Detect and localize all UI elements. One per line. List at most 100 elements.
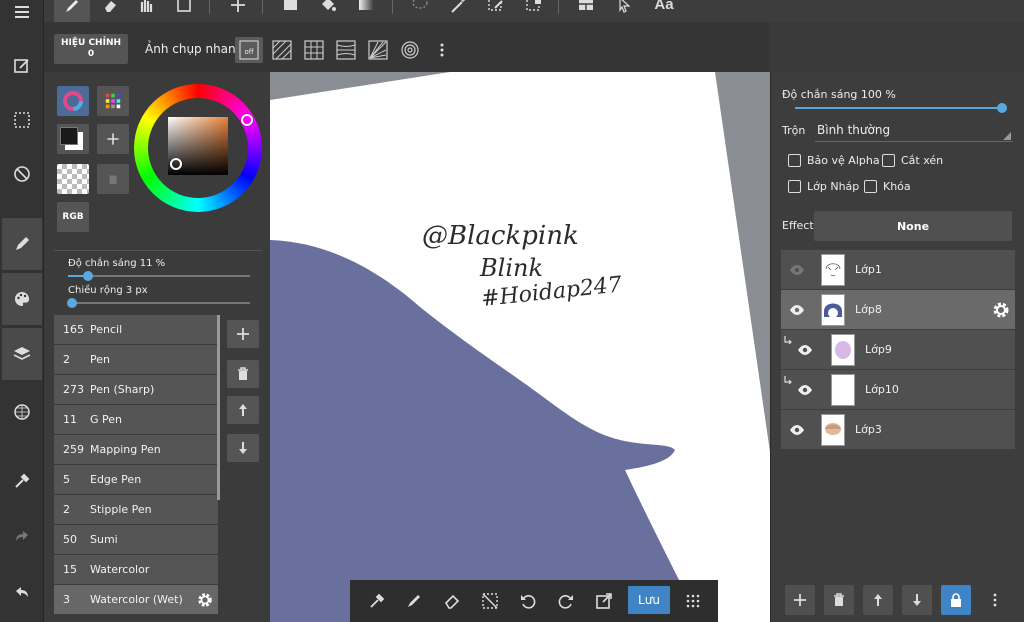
tool-lasso[interactable] xyxy=(402,0,438,22)
selection-button[interactable] xyxy=(2,94,42,146)
tool-text[interactable]: Aa xyxy=(646,0,682,22)
bottom-grid-menu-button[interactable] xyxy=(680,588,706,614)
clipping-checkbox[interactable] xyxy=(882,154,895,167)
move-layer-up-button[interactable] xyxy=(863,585,893,615)
eye-icon[interactable] xyxy=(797,382,813,398)
tool-eraser[interactable] xyxy=(92,0,128,22)
eyedropper-button[interactable] xyxy=(2,455,42,507)
move-brush-up-button[interactable] xyxy=(227,396,259,424)
snap-grid-button[interactable] xyxy=(300,37,328,63)
tool-move[interactable] xyxy=(220,0,256,22)
blend-mode-select[interactable]: Bình thường xyxy=(817,123,890,137)
bottom-pen-button[interactable] xyxy=(401,588,427,614)
tool-fill-rect[interactable] xyxy=(272,0,308,22)
sv-handle[interactable] xyxy=(170,158,182,170)
hue-handle[interactable] xyxy=(241,114,253,126)
tool-divide-frame[interactable] xyxy=(568,0,604,22)
tool-select-pen[interactable] xyxy=(478,0,514,22)
brush-list-scrollbar[interactable] xyxy=(217,315,220,500)
snap-parallel-button[interactable] xyxy=(268,37,296,63)
snap-circle-button[interactable] xyxy=(396,37,424,63)
canvas-area[interactable]: @Blackpink Blink #Hoidap247 xyxy=(270,72,770,622)
bottom-deselect-button[interactable] xyxy=(477,588,503,614)
bottom-share-button[interactable] xyxy=(591,588,617,614)
alpha-protect-checkbox[interactable] xyxy=(788,154,801,167)
layer-opacity-handle[interactable] xyxy=(997,103,1007,113)
brush-opacity-slider[interactable] xyxy=(68,271,250,281)
eye-icon[interactable] xyxy=(789,302,805,318)
tool-shape[interactable] xyxy=(166,0,202,22)
layer-row[interactable]: Lớp10 xyxy=(781,370,1015,410)
bottom-eraser-button[interactable] xyxy=(439,588,465,614)
brush-item[interactable]: 165 Pencil xyxy=(54,315,218,345)
undo-button[interactable] xyxy=(2,566,42,618)
brush-item[interactable]: 11 G Pen xyxy=(54,405,218,435)
layer-panel-button[interactable] xyxy=(2,328,42,380)
bottom-redo-button[interactable] xyxy=(553,588,579,614)
brush-panel-button[interactable] xyxy=(2,218,42,270)
snap-off-button[interactable]: off xyxy=(235,37,263,63)
brush-item[interactable]: 273 Pen (Sharp) xyxy=(54,375,218,405)
save-button[interactable]: Lưu xyxy=(628,586,670,614)
brush-width-handle[interactable] xyxy=(66,298,77,308)
tool-gradient[interactable] xyxy=(348,0,384,22)
bottom-undo-button[interactable] xyxy=(515,588,541,614)
brush-item[interactable]: 15 Watercolor xyxy=(54,555,218,585)
gear-icon[interactable] xyxy=(196,591,214,609)
draft-layer-checkbox[interactable] xyxy=(788,180,801,193)
tool-magic-wand[interactable] xyxy=(440,0,476,22)
tool-bucket[interactable] xyxy=(310,0,346,22)
palette-mode-button[interactable] xyxy=(97,86,129,116)
layer-opacity-slider[interactable] xyxy=(795,107,1005,109)
tool-operation[interactable] xyxy=(606,0,642,22)
rgb-mode-button[interactable]: RGB xyxy=(57,202,89,232)
color-wheel-mode-button[interactable] xyxy=(57,86,89,116)
move-brush-down-button[interactable] xyxy=(227,434,259,462)
brush-list: 165 Pencil 2 Pen 273 Pen (Sharp) 11 G Pen 259 Map… xyxy=(54,315,218,615)
snap-radial-button[interactable] xyxy=(364,37,392,63)
snap-more-button[interactable] xyxy=(428,37,456,63)
correction-button[interactable]: HIỆU CHỈNH 0 xyxy=(54,34,128,64)
gear-icon[interactable] xyxy=(991,300,1011,320)
layer-row[interactable]: Lớp3 xyxy=(781,410,1015,450)
move-layer-down-button[interactable] xyxy=(902,585,932,615)
drawing-canvas[interactable]: @Blackpink Blink #Hoidap247 xyxy=(270,72,770,622)
current-color-swatch[interactable] xyxy=(57,124,89,154)
tool-select-eraser[interactable] xyxy=(516,0,552,22)
rotate-canvas-button[interactable] xyxy=(2,148,42,200)
layer-row[interactable]: Lớp1 xyxy=(781,250,1015,290)
brush-item[interactable]: 3 Watercolor (Wet) xyxy=(54,585,218,615)
add-brush-button[interactable] xyxy=(227,320,259,348)
brush-item[interactable]: 259 Mapping Pen xyxy=(54,435,218,465)
menu-button[interactable] xyxy=(2,0,42,38)
effect-select-button[interactable]: None xyxy=(814,211,1012,241)
eye-icon[interactable] xyxy=(789,262,805,278)
add-layer-button[interactable] xyxy=(785,585,815,615)
delete-color-button[interactable] xyxy=(97,164,129,194)
edit-button[interactable] xyxy=(2,40,42,92)
lock-checkbox[interactable] xyxy=(864,180,877,193)
snap-focus-button[interactable] xyxy=(332,37,360,63)
tool-hand[interactable] xyxy=(128,0,164,22)
lock-layer-button[interactable] xyxy=(941,585,971,615)
delete-layer-button[interactable] xyxy=(824,585,854,615)
redo-button[interactable] xyxy=(2,510,42,562)
transparent-color-button[interactable] xyxy=(57,164,89,194)
layer-more-button[interactable] xyxy=(980,585,1010,615)
brush-item[interactable]: 2 Pen xyxy=(54,345,218,375)
tool-brush[interactable] xyxy=(54,0,90,22)
bottom-eyedropper-button[interactable] xyxy=(364,588,390,614)
brush-width-slider[interactable] xyxy=(66,298,250,308)
brush-item[interactable]: 2 Stipple Pen xyxy=(54,495,218,525)
material-button[interactable] xyxy=(2,386,42,438)
eye-icon[interactable] xyxy=(797,342,813,358)
add-color-button[interactable] xyxy=(97,124,129,154)
layer-row[interactable]: Lớp8 xyxy=(781,290,1015,330)
brush-opacity-handle[interactable] xyxy=(83,271,94,281)
layer-row[interactable]: Lớp9 xyxy=(781,330,1015,370)
brush-item[interactable]: 5 Edge Pen xyxy=(54,465,218,495)
eye-icon[interactable] xyxy=(789,422,805,438)
brush-item[interactable]: 50 Sumi xyxy=(54,525,218,555)
delete-brush-button[interactable] xyxy=(227,360,259,388)
color-panel-button[interactable] xyxy=(2,273,42,325)
